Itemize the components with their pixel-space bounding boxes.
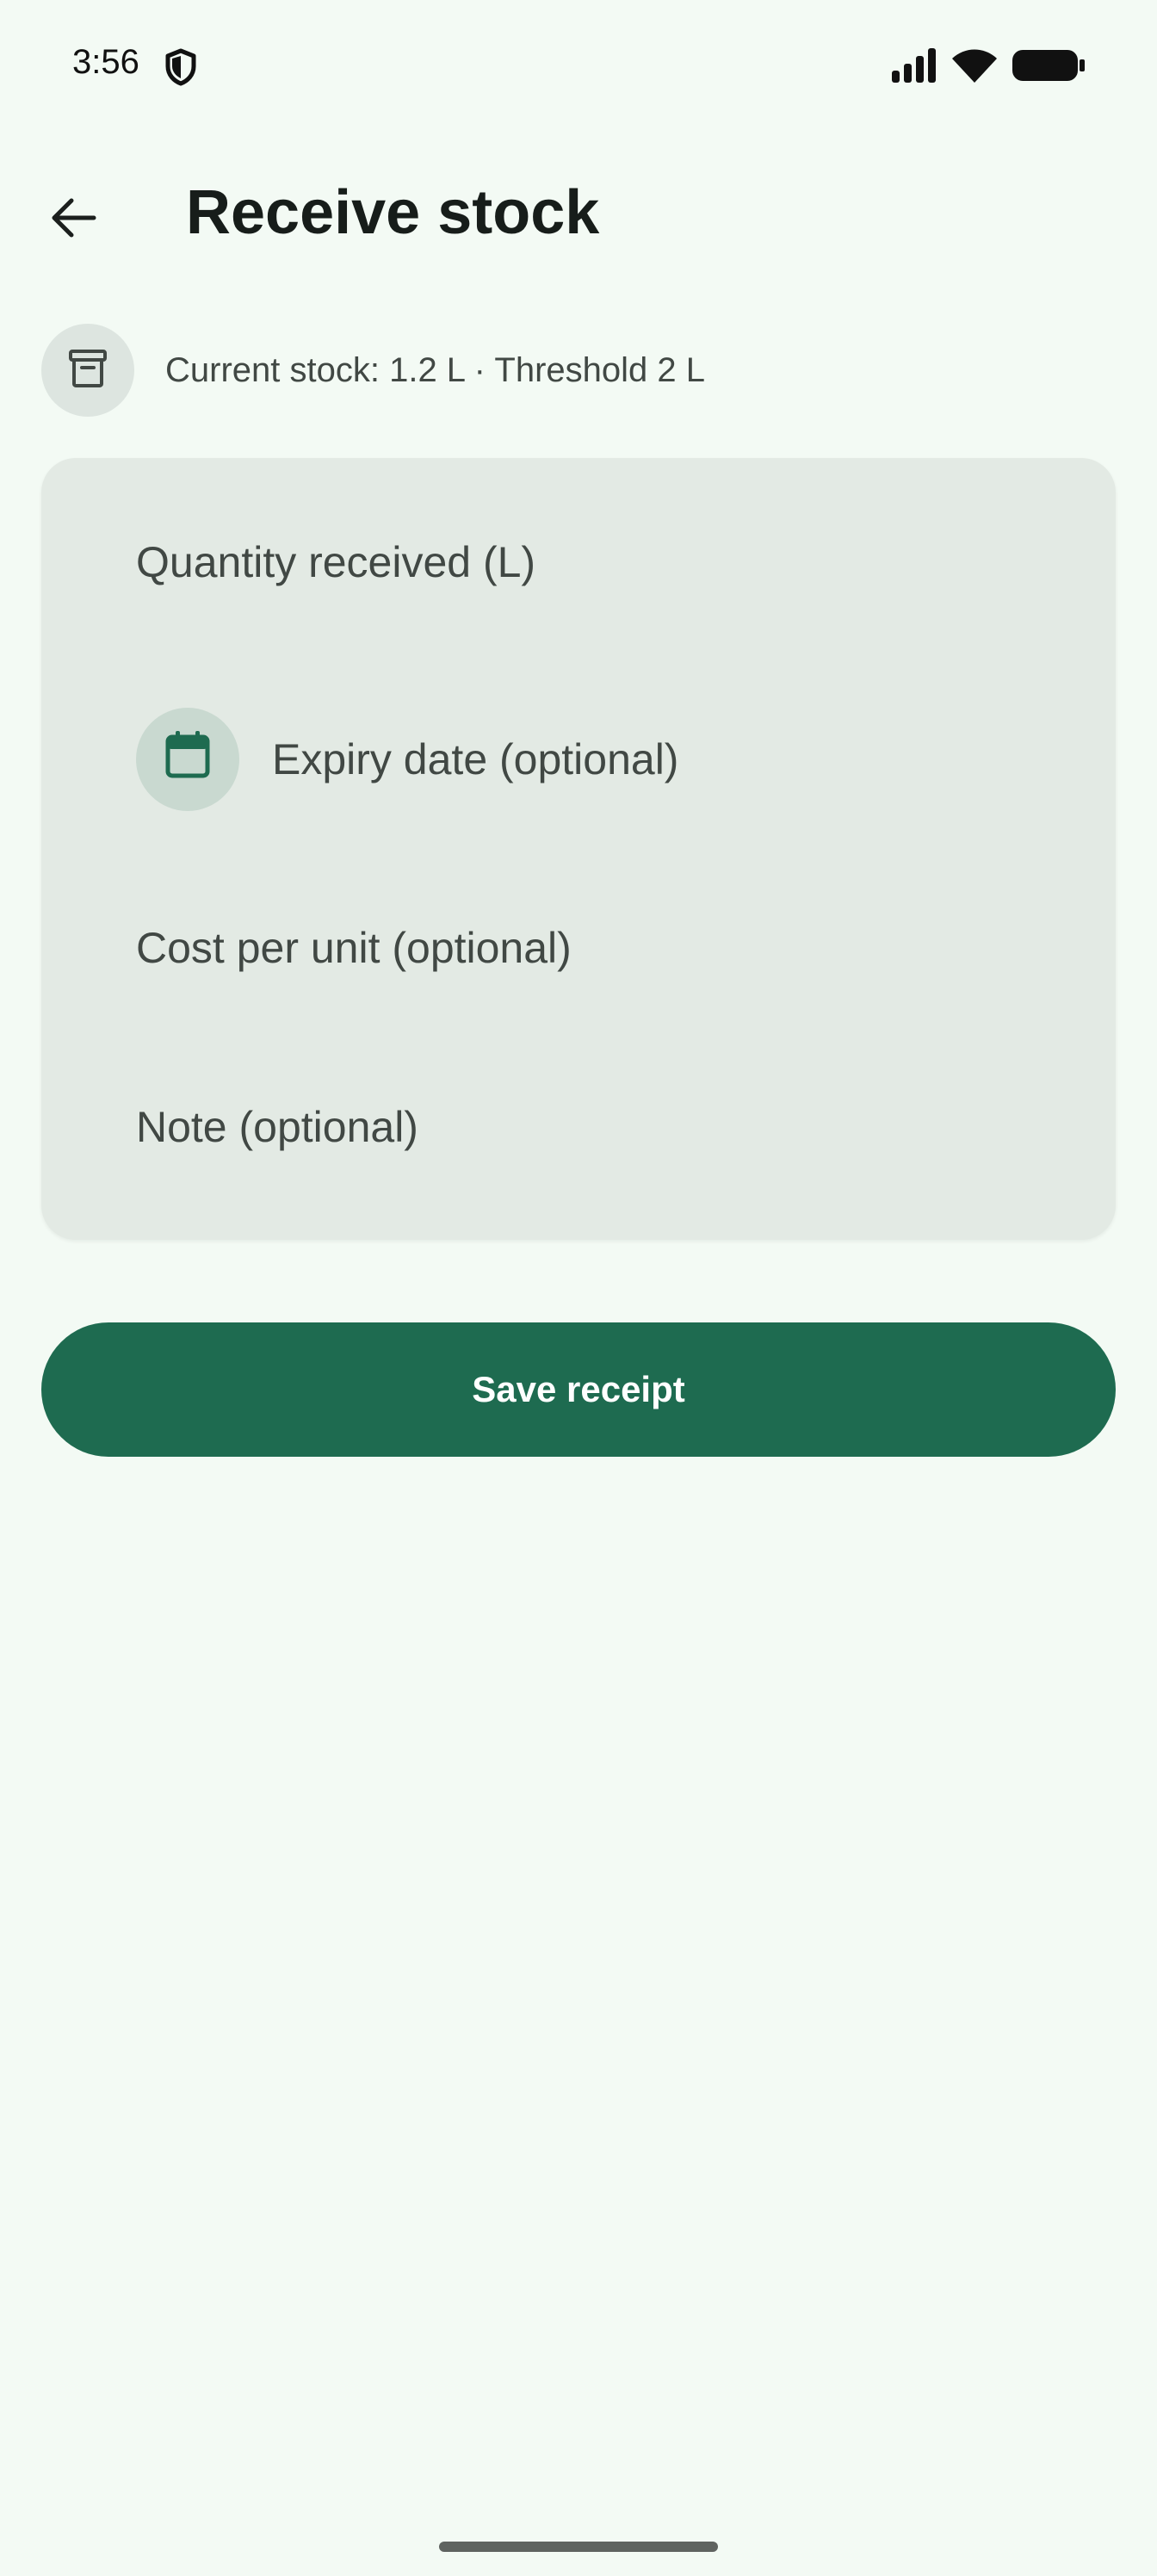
- shield-icon: [164, 48, 198, 86]
- current-stock-row: Current stock: 1.2 L · Threshold 2 L: [41, 324, 705, 417]
- calendar-icon-button[interactable]: [136, 708, 239, 811]
- quantity-received-field[interactable]: Quantity received (L): [136, 537, 535, 587]
- receive-stock-form: Quantity received (L) Expiry date (optio…: [41, 458, 1116, 1240]
- home-indicator[interactable]: [439, 2542, 718, 2552]
- status-icons: [892, 48, 1085, 87]
- back-button[interactable]: [34, 181, 112, 258]
- save-receipt-button[interactable]: Save receipt: [41, 1322, 1116, 1457]
- archive-box-icon: [66, 347, 109, 394]
- note-field[interactable]: Note (optional): [136, 1102, 418, 1152]
- expiry-date-field[interactable]: Expiry date (optional): [136, 708, 678, 811]
- status-bar: 3:56: [0, 0, 1157, 138]
- arrow-back-icon: [49, 194, 97, 246]
- cost-per-unit-field[interactable]: Cost per unit (optional): [136, 923, 572, 973]
- wifi-icon: [952, 48, 997, 87]
- page-title: Receive stock: [186, 178, 600, 247]
- calendar-icon: [165, 730, 210, 789]
- top-app-bar: Receive stock: [0, 164, 1157, 267]
- current-stock-text: Current stock: 1.2 L · Threshold 2 L: [165, 350, 705, 389]
- expiry-date-label: Expiry date (optional): [272, 735, 679, 783]
- battery-icon: [1012, 48, 1085, 87]
- signal-icon: [892, 48, 937, 87]
- status-time: 3:56: [72, 43, 139, 81]
- stock-icon-container: [41, 324, 134, 417]
